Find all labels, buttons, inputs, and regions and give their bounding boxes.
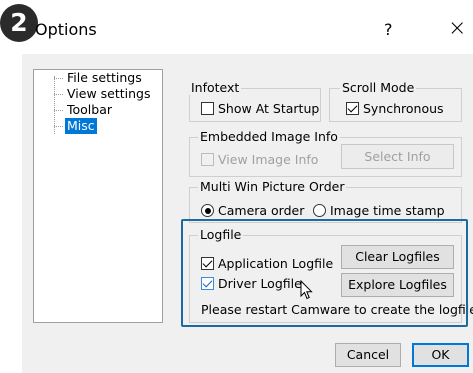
show-at-startup-checkbox[interactable]: Show At Startup [201,101,319,116]
embedded-image-info-title: Embedded Image Info [198,129,340,144]
image-time-stamp-label: Image time stamp [330,203,445,218]
checkbox-box[interactable] [346,102,359,115]
camera-order-radio[interactable]: Camera order [201,203,304,218]
settings-tree[interactable]: File settings View settings Toolbar Misc [33,69,163,323]
infotext-group-title: Infotext [189,80,242,95]
ok-button[interactable]: OK [412,343,469,367]
view-image-info-checkbox[interactable]: View Image Info [201,152,318,167]
show-at-startup-label: Show At Startup [218,101,320,116]
synchronous-label: Synchronous [363,101,444,116]
dialog-title: Options [35,20,97,39]
cancel-button[interactable]: Cancel [335,343,401,367]
checkbox-box[interactable] [201,153,214,166]
checkbox-box[interactable] [201,102,214,115]
radio-dot[interactable] [313,204,326,217]
scroll-mode-group-title: Scroll Mode [340,80,417,95]
tree-item-label: File settings [67,70,142,85]
step-number-badge: 2 [0,4,38,42]
close-button[interactable]: × [448,16,466,41]
select-info-button[interactable]: Select Info [341,144,454,169]
synchronous-checkbox[interactable]: Synchronous [346,101,444,116]
tree-item-label: Toolbar [67,102,113,117]
tree-item-label: Misc [65,118,97,134]
tree-item-label: View settings [67,86,151,101]
logfile-highlight-frame [181,219,468,327]
image-time-stamp-radio[interactable]: Image time stamp [313,203,445,218]
multi-win-group-title: Multi Win Picture Order [198,179,347,194]
help-button[interactable]: ? [384,20,393,39]
view-image-info-label: View Image Info [218,152,319,167]
camera-order-label: Camera order [218,203,305,218]
radio-dot[interactable] [201,204,214,217]
